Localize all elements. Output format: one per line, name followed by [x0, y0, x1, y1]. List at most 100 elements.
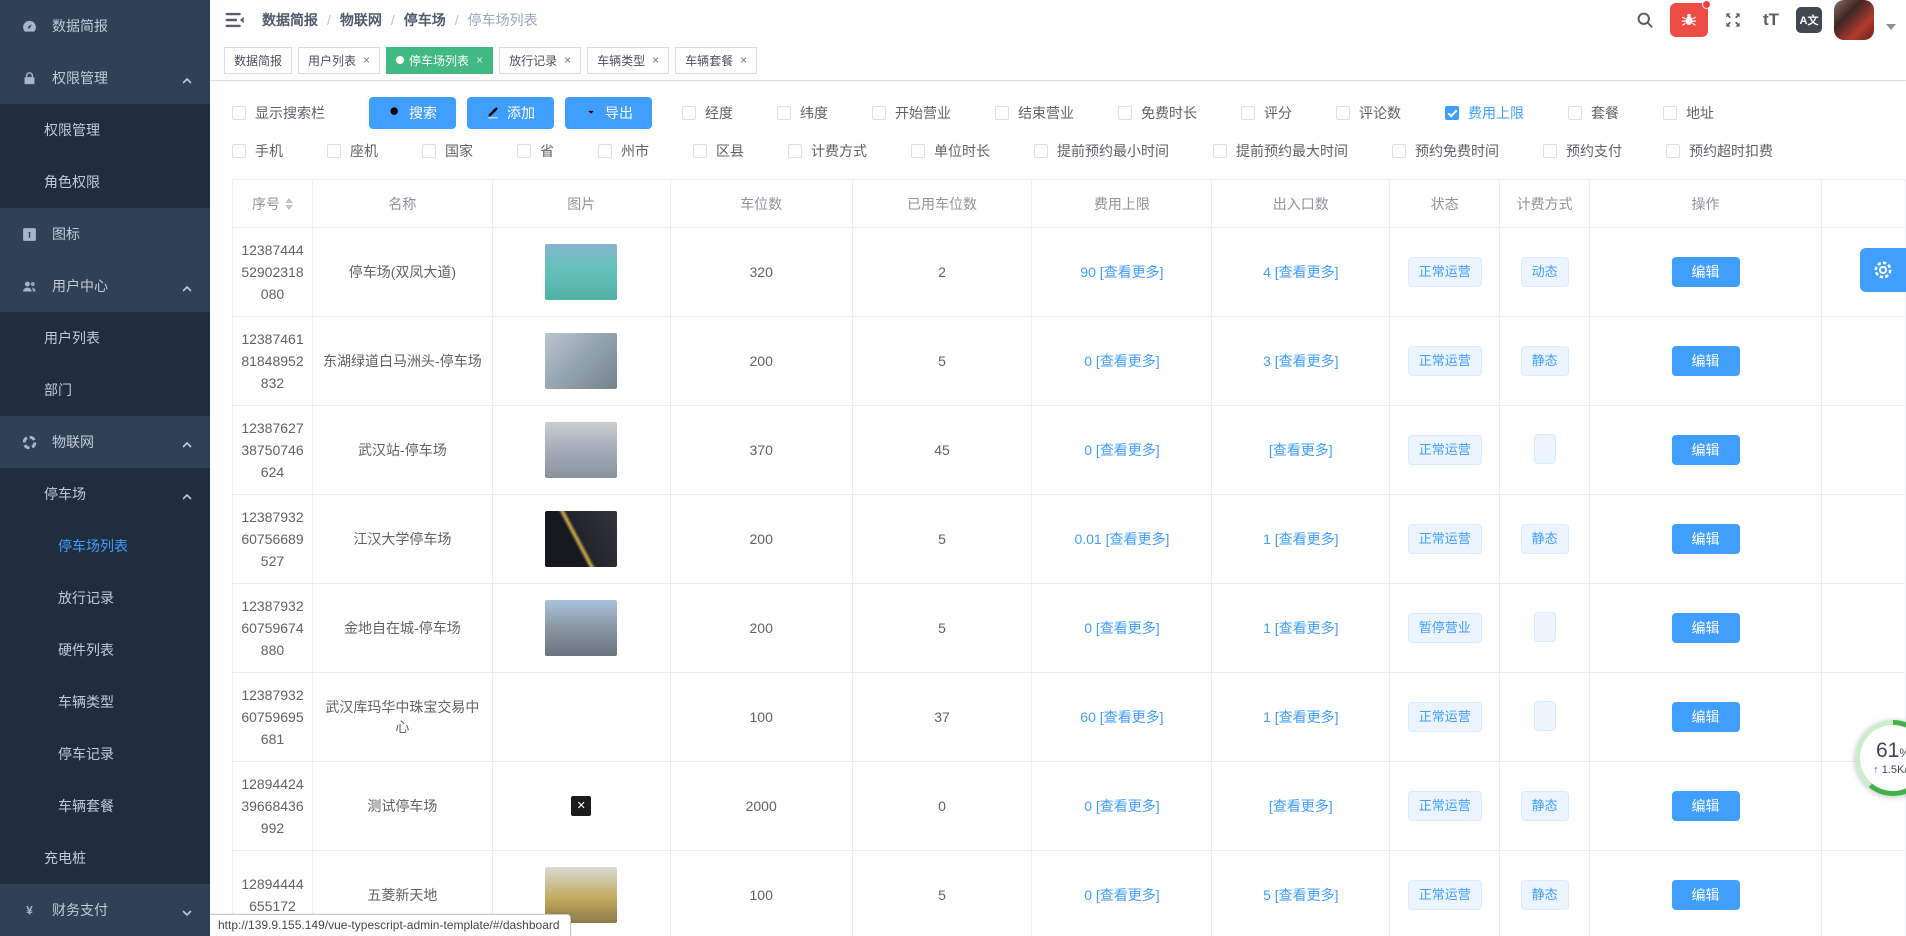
breadcrumb-item-0[interactable]: 数据简报: [262, 10, 318, 30]
checkbox[interactable]: [422, 144, 436, 158]
checkbox[interactable]: [327, 144, 341, 158]
sidebar-item-3[interactable]: 角色权限: [0, 156, 210, 208]
filter-row1-8[interactable]: 套餐: [1568, 103, 1619, 123]
checkbox[interactable]: [1666, 144, 1680, 158]
cell-gates[interactable]: 3 [查看更多]: [1212, 317, 1390, 406]
avatar[interactable]: [1834, 0, 1874, 40]
show-search-checkbox[interactable]: 显示搜索栏: [232, 103, 325, 123]
column-header-0[interactable]: 序号: [233, 180, 313, 228]
tab-close-icon[interactable]: ×: [740, 54, 747, 66]
cell-gates[interactable]: [查看更多]: [1212, 406, 1390, 495]
cell-gates[interactable]: 5 [查看更多]: [1212, 851, 1390, 936]
checkbox[interactable]: [232, 106, 246, 120]
add-button[interactable]: 添加: [467, 97, 554, 129]
checkbox[interactable]: [1336, 106, 1350, 120]
checkbox[interactable]: [693, 144, 707, 158]
export-button[interactable]: 导出: [565, 97, 652, 129]
tab-close-icon[interactable]: ×: [476, 54, 483, 66]
checkbox[interactable]: [995, 106, 1009, 120]
sidebar-item-7[interactable]: 部门: [0, 364, 210, 416]
checkbox[interactable]: [1663, 106, 1677, 120]
checkbox[interactable]: [1445, 106, 1459, 120]
filter-row2-4[interactable]: 州市: [598, 141, 649, 161]
sidebar-item-14[interactable]: 停车记录: [0, 728, 210, 780]
cell-gates[interactable]: [查看更多]: [1212, 762, 1390, 851]
cell-gates[interactable]: 4 [查看更多]: [1212, 228, 1390, 317]
translate-icon[interactable]: A文: [1796, 7, 1822, 33]
hamburger-icon[interactable]: [224, 9, 246, 31]
filter-row2-6[interactable]: 计费方式: [788, 141, 867, 161]
checkbox[interactable]: [1543, 144, 1557, 158]
checkbox[interactable]: [232, 144, 246, 158]
filter-row2-0[interactable]: 手机: [232, 141, 283, 161]
text-size-icon[interactable]: tT: [1758, 7, 1784, 33]
cell-fee-limit[interactable]: 0 [查看更多]: [1032, 762, 1212, 851]
avatar-caret-icon[interactable]: [1886, 24, 1896, 30]
checkbox[interactable]: [872, 106, 886, 120]
cell-fee-limit[interactable]: 0 [查看更多]: [1032, 406, 1212, 495]
checkbox[interactable]: [1034, 144, 1048, 158]
cell-fee-limit[interactable]: 90 [查看更多]: [1032, 228, 1212, 317]
breadcrumb-item-2[interactable]: 停车场: [404, 10, 446, 30]
filter-row1-4[interactable]: 免费时长: [1118, 103, 1197, 123]
sidebar-item-2[interactable]: 权限管理: [0, 104, 210, 156]
edit-button[interactable]: 编辑: [1672, 435, 1740, 465]
checkbox[interactable]: [517, 144, 531, 158]
checkbox[interactable]: [1118, 106, 1132, 120]
checkbox[interactable]: [911, 144, 925, 158]
edit-button[interactable]: 编辑: [1672, 702, 1740, 732]
checkbox[interactable]: [598, 144, 612, 158]
sidebar-item-6[interactable]: 用户列表: [0, 312, 210, 364]
tab-2[interactable]: 停车场列表×: [386, 47, 493, 74]
cell-fee-limit[interactable]: 0.01 [查看更多]: [1032, 495, 1212, 584]
tab-1[interactable]: 用户列表×: [298, 47, 380, 74]
tab-close-icon[interactable]: ×: [564, 54, 571, 66]
cell-gates[interactable]: 1 [查看更多]: [1212, 495, 1390, 584]
sort-carets-icon[interactable]: [285, 198, 293, 210]
cell-gates[interactable]: 1 [查看更多]: [1212, 673, 1390, 762]
fullscreen-icon[interactable]: [1720, 7, 1746, 33]
filter-row2-12[interactable]: 预约超时扣费: [1666, 141, 1773, 161]
sidebar-item-12[interactable]: 硬件列表: [0, 624, 210, 676]
filter-row2-7[interactable]: 单位时长: [911, 141, 990, 161]
checkbox[interactable]: [777, 106, 791, 120]
filter-row1-2[interactable]: 开始营业: [872, 103, 951, 123]
sidebar-item-0[interactable]: 数据简报: [0, 0, 210, 52]
edit-button[interactable]: 编辑: [1672, 880, 1740, 910]
cell-fee-limit[interactable]: 0 [查看更多]: [1032, 851, 1212, 936]
filter-row1-1[interactable]: 纬度: [777, 103, 828, 123]
sidebar-item-1[interactable]: 权限管理: [0, 52, 210, 104]
tab-3[interactable]: 放行记录×: [499, 47, 581, 74]
tab-4[interactable]: 车辆类型×: [587, 47, 669, 74]
filter-row2-10[interactable]: 预约免费时间: [1392, 141, 1499, 161]
checkbox[interactable]: [682, 106, 696, 120]
edit-button[interactable]: 编辑: [1672, 346, 1740, 376]
sidebar-item-17[interactable]: ¥财务支付: [0, 884, 210, 936]
cell-fee-limit[interactable]: 0 [查看更多]: [1032, 317, 1212, 406]
breadcrumb-item-1[interactable]: 物联网: [340, 10, 382, 30]
sidebar-item-5[interactable]: 用户中心: [0, 260, 210, 312]
filter-row1-7[interactable]: 费用上限: [1445, 103, 1524, 123]
edit-button[interactable]: 编辑: [1672, 613, 1740, 643]
sidebar-item-9[interactable]: 停车场: [0, 468, 210, 520]
tab-close-icon[interactable]: ×: [652, 54, 659, 66]
edit-button[interactable]: 编辑: [1672, 257, 1740, 287]
tab-5[interactable]: 车辆套餐×: [675, 47, 757, 74]
filter-row1-6[interactable]: 评论数: [1336, 103, 1401, 123]
edit-button[interactable]: 编辑: [1672, 524, 1740, 554]
filter-row2-2[interactable]: 国家: [422, 141, 473, 161]
edit-button[interactable]: 编辑: [1672, 791, 1740, 821]
cell-gates[interactable]: 1 [查看更多]: [1212, 584, 1390, 673]
settings-gear-button[interactable]: [1860, 248, 1906, 292]
error-log-icon[interactable]: [1670, 3, 1708, 37]
sidebar-item-8[interactable]: 物联网: [0, 416, 210, 468]
filter-row1-3[interactable]: 结束营业: [995, 103, 1074, 123]
search-icon[interactable]: [1632, 7, 1658, 33]
checkbox[interactable]: [788, 144, 802, 158]
sidebar-item-4[interactable]: I图标: [0, 208, 210, 260]
filter-row1-9[interactable]: 地址: [1663, 103, 1714, 123]
checkbox[interactable]: [1213, 144, 1227, 158]
filter-row2-8[interactable]: 提前预约最小时间: [1034, 141, 1169, 161]
search-button[interactable]: 搜索: [369, 97, 456, 129]
sidebar-item-15[interactable]: 车辆套餐: [0, 780, 210, 832]
